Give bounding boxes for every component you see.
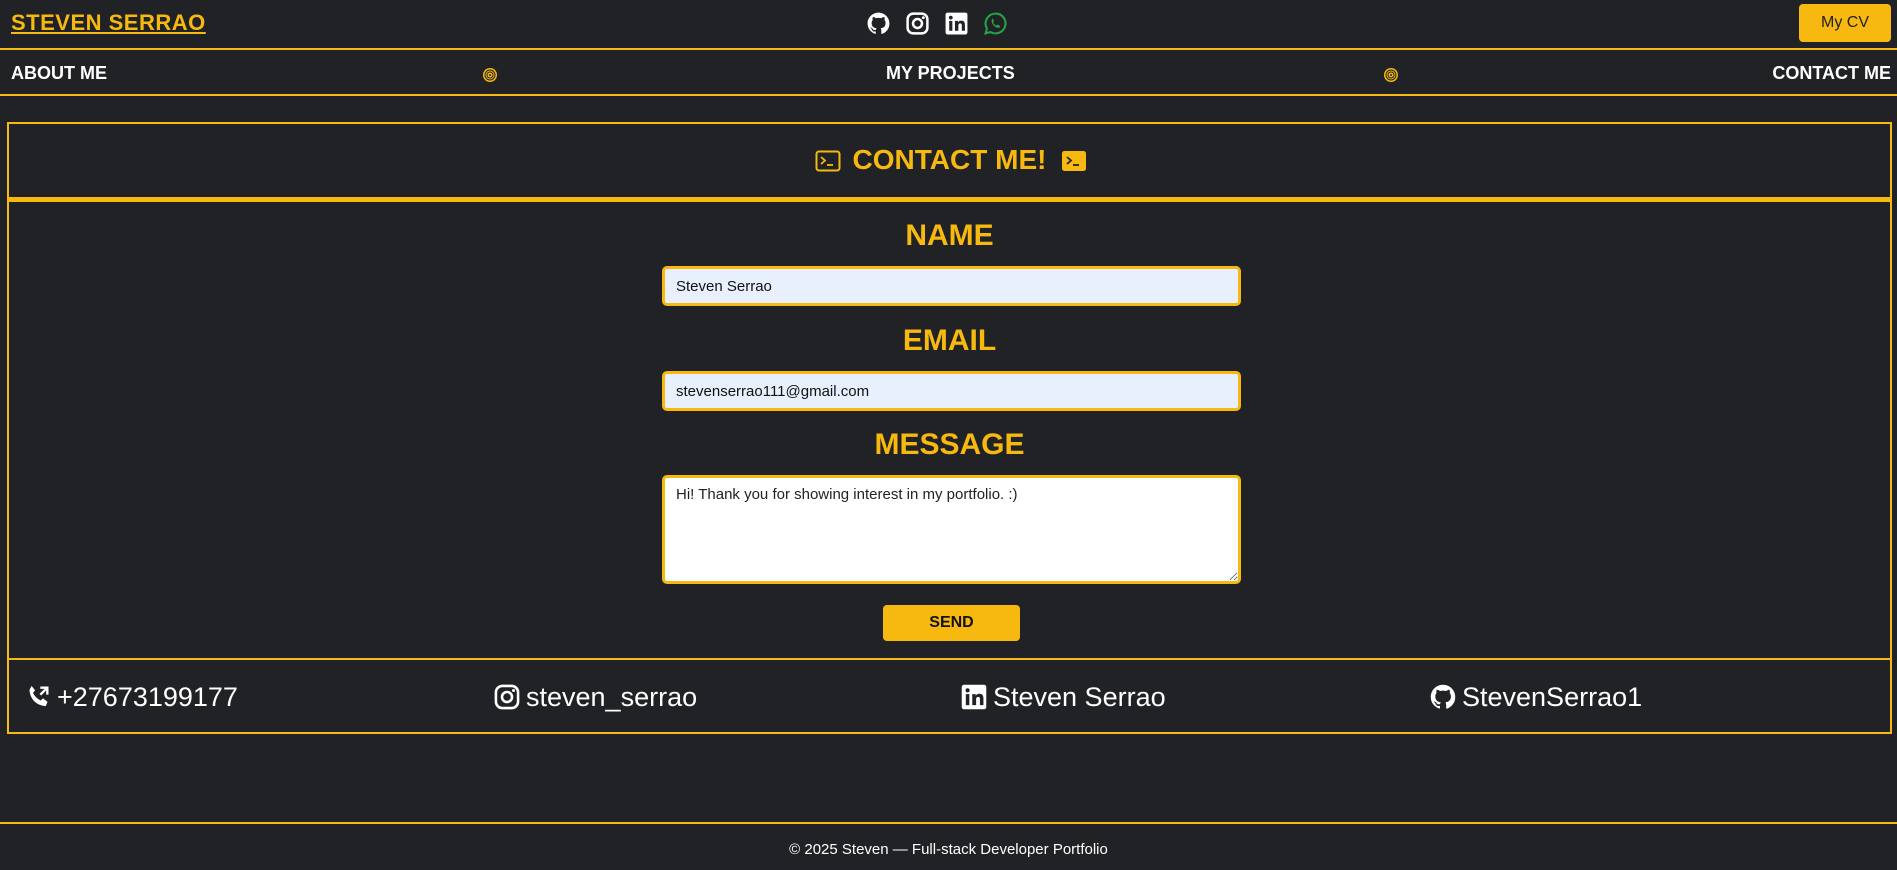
phone-link[interactable]: +27673199177	[24, 680, 238, 714]
contact-title: CONTACT ME!	[852, 144, 1047, 175]
github-link[interactable]: StevenSerrao1	[1429, 680, 1642, 714]
footer-text: © 2025 Steven — Full-stack Developer Por…	[789, 841, 1108, 858]
linkedin-icon[interactable]	[944, 11, 969, 36]
email-field[interactable]	[662, 371, 1241, 411]
footer: © 2025 Steven — Full-stack Developer Por…	[0, 822, 1897, 870]
contact-links-panel: +27673199177 steven_serrao Steven Serrao…	[7, 658, 1892, 734]
my-cv-button[interactable]: My CV	[1799, 4, 1891, 42]
message-label: MESSAGE	[874, 428, 1025, 461]
github-icon	[1429, 683, 1457, 711]
main-nav: ABOUT ME MY PROJECTS CONTACT ME	[0, 52, 1897, 96]
send-button[interactable]: SEND	[883, 605, 1020, 641]
message-field[interactable]: Hi! Thank you for showing interest in my…	[662, 475, 1241, 584]
instagram-icon[interactable]	[905, 11, 930, 36]
nav-about-me[interactable]: ABOUT ME	[11, 63, 107, 84]
linkedin-text: Steven Serrao	[993, 681, 1166, 712]
email-label: EMAIL	[902, 324, 997, 357]
linkedin-link[interactable]: Steven Serrao	[960, 680, 1166, 714]
nav-contact-me[interactable]: CONTACT ME	[1772, 63, 1891, 84]
brand-link[interactable]: STEVEN SERRAO	[11, 10, 206, 36]
instagram-link[interactable]: steven_serrao	[493, 680, 697, 714]
github-text: StevenSerrao1	[1462, 681, 1643, 712]
linkedin-icon	[960, 683, 988, 711]
top-bar: STEVEN SERRAO My CV	[0, 0, 1897, 50]
contact-header-panel: CONTACT ME!	[7, 122, 1892, 199]
target-icon	[482, 67, 498, 83]
github-icon[interactable]	[866, 11, 891, 36]
instagram-icon	[493, 683, 521, 711]
terminal-icon	[1061, 150, 1087, 172]
name-field[interactable]	[662, 266, 1241, 306]
instagram-text: steven_serrao	[526, 681, 698, 712]
name-label: NAME	[905, 219, 994, 252]
nav-my-projects[interactable]: MY PROJECTS	[886, 63, 1015, 84]
whatsapp-icon[interactable]	[983, 11, 1008, 36]
phone-text: +27673199177	[57, 681, 238, 712]
contact-form: NAME EMAIL MESSAGE Hi! Thank you for sho…	[7, 199, 1892, 660]
phone-icon	[24, 683, 52, 711]
target-icon	[1383, 67, 1399, 83]
social-icons	[866, 8, 1008, 38]
